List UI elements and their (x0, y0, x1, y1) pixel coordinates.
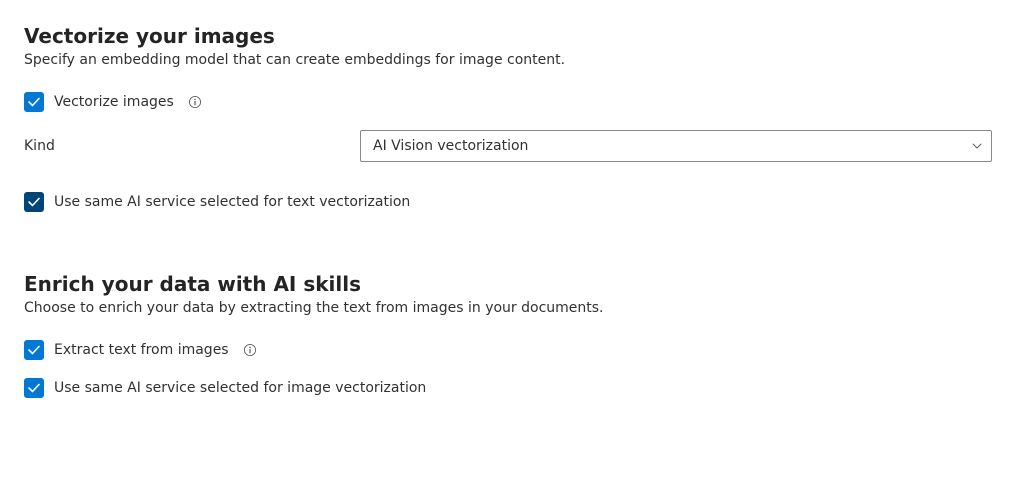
kind-row: Kind AI Vision vectorization (24, 130, 1000, 162)
enrich-section: Enrich your data with AI skills Choose t… (24, 272, 1000, 398)
chevron-down-icon (971, 140, 983, 152)
checkmark-icon (27, 95, 41, 109)
use-same-image-checkbox-row: Use same AI service selected for image v… (24, 378, 1000, 398)
vectorize-images-checkbox-row: Vectorize images (24, 92, 1000, 112)
use-same-image-checkbox[interactable] (24, 378, 44, 398)
kind-label: Kind (24, 138, 360, 154)
vectorize-images-checkbox[interactable] (24, 92, 44, 112)
vectorize-title: Vectorize your images (24, 24, 1000, 48)
extract-text-checkbox-row: Extract text from images (24, 340, 1000, 360)
checkmark-icon (27, 343, 41, 357)
kind-select-value: AI Vision vectorization (373, 138, 528, 154)
info-icon[interactable] (243, 343, 257, 357)
use-same-text-label: Use same AI service selected for text ve… (54, 194, 410, 210)
use-same-image-label: Use same AI service selected for image v… (54, 380, 426, 396)
enrich-title: Enrich your data with AI skills (24, 272, 1000, 296)
use-same-text-checkbox-row: Use same AI service selected for text ve… (24, 192, 1000, 212)
kind-select[interactable]: AI Vision vectorization (360, 130, 992, 162)
info-icon[interactable] (188, 95, 202, 109)
checkmark-icon (27, 381, 41, 395)
enrich-desc: Choose to enrich your data by extracting… (24, 300, 1000, 316)
use-same-text-checkbox[interactable] (24, 192, 44, 212)
checkmark-icon (27, 195, 41, 209)
extract-text-label: Extract text from images (54, 342, 229, 358)
vectorize-images-label: Vectorize images (54, 94, 174, 110)
extract-text-checkbox[interactable] (24, 340, 44, 360)
vectorize-images-section: Vectorize your images Specify an embeddi… (24, 24, 1000, 212)
vectorize-desc: Specify an embedding model that can crea… (24, 52, 1000, 68)
